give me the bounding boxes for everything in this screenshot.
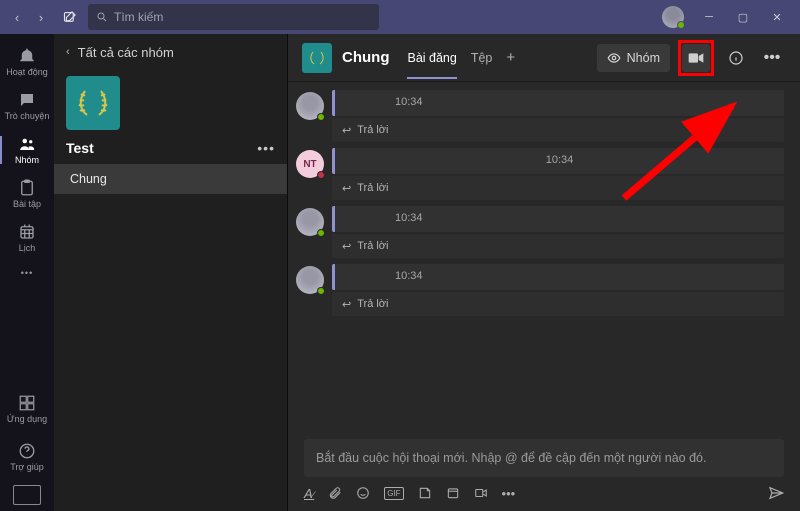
- tab-add-button[interactable]: +: [506, 49, 515, 66]
- channel-avatar: [302, 43, 332, 73]
- message: 10:34 ↩Trả lời: [296, 90, 784, 142]
- more-compose-icon[interactable]: •••: [502, 486, 516, 501]
- rail-help[interactable]: Trợ giúp: [0, 435, 54, 479]
- rail-chat[interactable]: Trò chuyện: [0, 84, 54, 128]
- rail-apps[interactable]: Ứng dụng: [0, 387, 54, 431]
- message-avatar[interactable]: [296, 208, 324, 236]
- rail-teams[interactable]: Nhóm: [0, 128, 54, 172]
- rail-label: Trợ giúp: [10, 462, 44, 472]
- chevron-left-icon: ‹: [66, 46, 70, 58]
- format-icon[interactable]: A⁄: [304, 486, 314, 501]
- user-avatar[interactable]: [662, 6, 684, 28]
- sticker-icon[interactable]: [418, 486, 432, 500]
- channel-info-button[interactable]: [722, 44, 750, 72]
- message-card[interactable]: 10:34: [332, 148, 784, 174]
- app-rail: Hoạt động Trò chuyện Nhóm Bài tập Lịch •…: [0, 34, 54, 511]
- rail-label: Lịch: [19, 243, 36, 253]
- emoji-icon[interactable]: [356, 486, 370, 500]
- team-avatar[interactable]: [66, 76, 120, 130]
- tab-posts[interactable]: Bài đăng: [407, 37, 456, 79]
- message-time: 10:34: [395, 212, 423, 224]
- channel-header: Chung Bài đăng Tệp + Nhóm: [288, 34, 800, 82]
- message-card[interactable]: 10:34: [332, 90, 784, 116]
- history-back-button[interactable]: ‹: [6, 6, 28, 28]
- title-bar: ‹ › Tìm kiếm ─ ▢ ✕: [0, 0, 800, 34]
- window-minimize-button[interactable]: ─: [692, 0, 726, 34]
- message-avatar[interactable]: [296, 266, 324, 294]
- tab-files[interactable]: Tệp: [471, 37, 493, 79]
- rail-label: Nhóm: [15, 155, 39, 165]
- meet-now-button[interactable]: [682, 44, 710, 72]
- search-input[interactable]: Tìm kiếm: [88, 4, 379, 30]
- message-avatar[interactable]: NT: [296, 150, 324, 178]
- composer-input[interactable]: Bắt đầu cuộc hội thoại mới. Nhập @ để đề…: [304, 439, 784, 477]
- rail-calendar[interactable]: Lịch: [0, 216, 54, 260]
- message-time: 10:34: [395, 96, 423, 108]
- channel-label: Chung: [70, 172, 107, 186]
- message-feed: 10:34 ↩Trả lời NT 10:34 ↩Trả lời 10:34 ↩Trả lờ…: [288, 82, 800, 431]
- attach-icon[interactable]: [328, 486, 342, 500]
- message: 10:34 ↩Trả lời: [296, 206, 784, 258]
- composer: Bắt đầu cuộc hội thoại mới. Nhập @ để đề…: [288, 431, 800, 511]
- message-card[interactable]: 10:34: [332, 264, 784, 290]
- channel-more-button[interactable]: •••: [758, 44, 786, 72]
- search-placeholder: Tìm kiếm: [114, 10, 163, 24]
- rail-assignments[interactable]: Bài tập: [0, 172, 54, 216]
- message-card[interactable]: 10:34: [332, 206, 784, 232]
- all-teams-label: Tất cả các nhóm: [78, 45, 174, 60]
- reply-button[interactable]: ↩Trả lời: [332, 292, 784, 316]
- composer-placeholder: Bắt đầu cuộc hội thoại mới. Nhập @ để đề…: [316, 451, 706, 465]
- stream-icon[interactable]: [474, 486, 488, 500]
- history-forward-button[interactable]: ›: [30, 6, 52, 28]
- all-teams-back[interactable]: ‹ Tất cả các nhóm: [54, 34, 287, 70]
- message: NT 10:34 ↩Trả lời: [296, 148, 784, 200]
- new-conversation-button[interactable]: [56, 4, 82, 30]
- message-time: 10:34: [546, 154, 574, 166]
- message: 10:34 ↩Trả lời: [296, 264, 784, 316]
- window-maximize-button[interactable]: ▢: [726, 0, 760, 34]
- window-close-button[interactable]: ✕: [760, 0, 794, 34]
- team-more-button[interactable]: •••: [257, 140, 275, 156]
- schedule-icon[interactable]: [446, 486, 460, 500]
- rail-label: Ứng dụng: [7, 414, 47, 424]
- channel-view: Chung Bài đăng Tệp + Nhóm: [288, 34, 800, 511]
- message-avatar[interactable]: [296, 92, 324, 120]
- rail-label: Bài tập: [13, 199, 41, 209]
- rail-download-button[interactable]: [13, 485, 41, 505]
- highlight-box: [678, 40, 714, 76]
- reply-button[interactable]: ↩Trả lời: [332, 176, 784, 200]
- message-time: 10:34: [395, 270, 423, 282]
- send-button[interactable]: [768, 485, 784, 501]
- rail-label: Hoạt động: [6, 67, 48, 77]
- rail-more[interactable]: •••: [0, 260, 54, 286]
- team-name: Test: [66, 140, 94, 156]
- gif-icon[interactable]: GIF: [384, 487, 403, 500]
- channel-name: Chung: [342, 49, 389, 66]
- reply-button[interactable]: ↩Trả lời: [332, 118, 784, 142]
- rail-label: Trò chuyện: [5, 111, 50, 121]
- team-panel: ‹ Tất cả các nhóm Test ••• Chung: [54, 34, 288, 511]
- reply-button[interactable]: ↩Trả lời: [332, 234, 784, 258]
- team-visibility-button[interactable]: Nhóm: [597, 44, 670, 72]
- channel-general[interactable]: Chung: [54, 164, 287, 194]
- rail-activity[interactable]: Hoạt động: [0, 40, 54, 84]
